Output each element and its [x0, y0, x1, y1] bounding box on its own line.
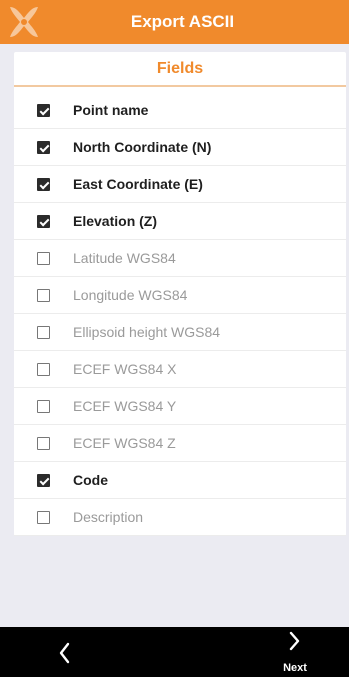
- field-label: Code: [73, 472, 108, 488]
- checkbox-checked[interactable]: [37, 215, 50, 228]
- field-label: North Coordinate (N): [73, 139, 212, 155]
- field-row[interactable]: Code: [14, 462, 346, 499]
- next-button[interactable]: Next: [268, 627, 322, 677]
- checkbox-unchecked[interactable]: [37, 437, 50, 450]
- checkbox-checked[interactable]: [37, 104, 50, 117]
- field-label: Ellipsoid height WGS84: [73, 324, 221, 340]
- field-row[interactable]: North Coordinate (N): [14, 129, 346, 166]
- field-row[interactable]: Ellipsoid height WGS84: [14, 314, 346, 351]
- field-label: Elevation (Z): [73, 213, 158, 229]
- next-button-label: Next: [283, 662, 307, 674]
- field-row[interactable]: Elevation (Z): [14, 203, 346, 240]
- chevron-right-icon: [289, 631, 300, 651]
- field-row[interactable]: Longitude WGS84: [14, 277, 346, 314]
- chevron-left-icon[interactable]: [42, 627, 86, 677]
- field-label: Description: [73, 509, 144, 525]
- field-row[interactable]: ECEF WGS84 Y: [14, 388, 346, 425]
- field-label: ECEF WGS84 Y: [73, 398, 177, 414]
- checkbox-checked[interactable]: [37, 178, 50, 191]
- fields-panel: Fields Point name North Coordinate (N) Eas…: [14, 52, 346, 536]
- checkbox-checked[interactable]: [37, 474, 50, 487]
- field-row[interactable]: ECEF WGS84 X: [14, 351, 346, 388]
- checkbox-unchecked[interactable]: [37, 289, 50, 302]
- field-label: ECEF WGS84 Z: [73, 435, 176, 451]
- checkbox-unchecked[interactable]: [37, 511, 50, 524]
- field-label: Longitude WGS84: [73, 287, 188, 303]
- field-label: ECEF WGS84 X: [73, 361, 177, 377]
- checkbox-unchecked[interactable]: [37, 326, 50, 339]
- field-label: East Coordinate (E): [73, 176, 203, 192]
- field-list: Point name North Coordinate (N) East Coord…: [14, 92, 346, 536]
- field-row[interactable]: East Coordinate (E): [14, 166, 346, 203]
- field-row[interactable]: Point name: [14, 92, 346, 129]
- field-row[interactable]: ECEF WGS84 Z: [14, 425, 346, 462]
- section-title: Fields: [14, 52, 346, 87]
- checkbox-unchecked[interactable]: [37, 363, 50, 376]
- field-row[interactable]: Description: [14, 499, 346, 536]
- page-title: Export ASCII: [130, 12, 235, 31]
- checkbox-unchecked[interactable]: [37, 252, 50, 265]
- checkbox-checked[interactable]: [37, 141, 50, 154]
- top-app-bar: Export ASCII: [0, 0, 349, 44]
- field-label: Latitude WGS84: [73, 250, 176, 266]
- field-row[interactable]: Latitude WGS84: [14, 240, 346, 277]
- checkbox-unchecked[interactable]: [37, 400, 50, 413]
- field-label: Point name: [73, 102, 149, 118]
- bottom-nav-bar: Next: [0, 627, 349, 677]
